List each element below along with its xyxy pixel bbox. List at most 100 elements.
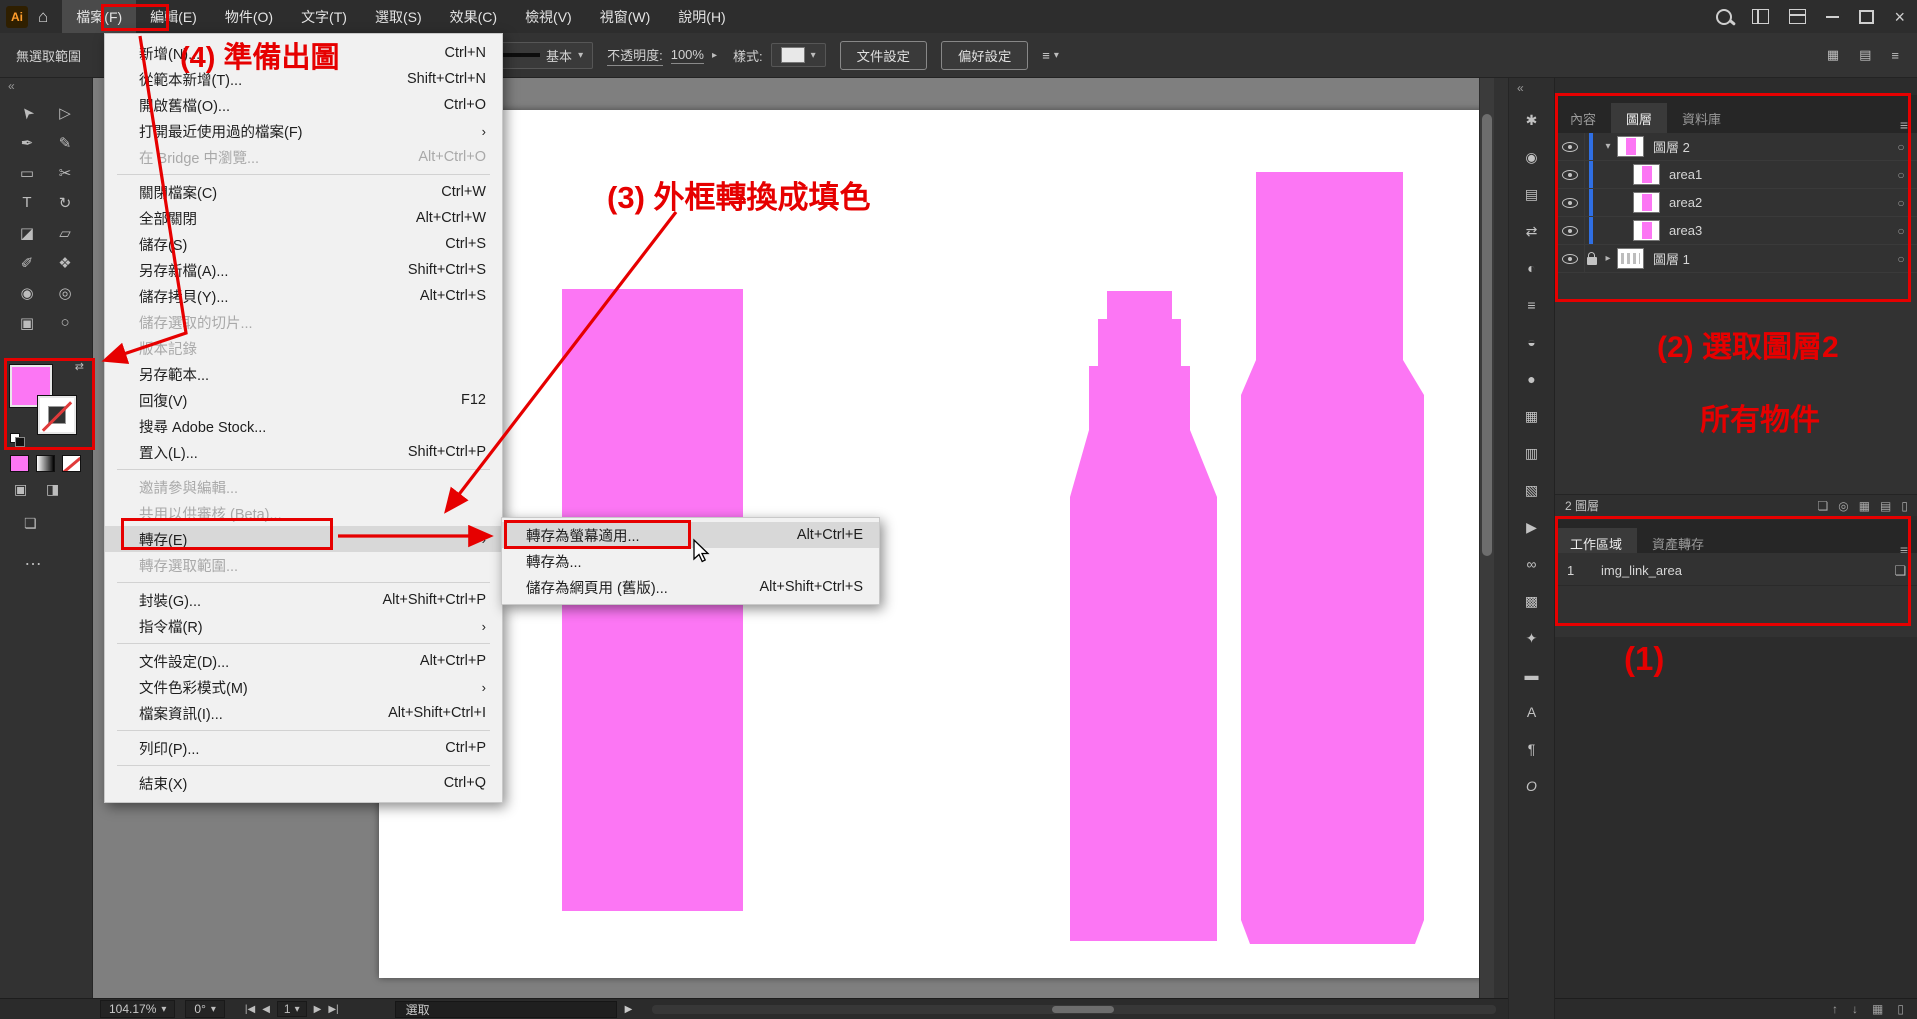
menu-item-new[interactable]: 新增(N)...Ctrl+N — [105, 40, 502, 66]
horizontal-scrollbar-thumb[interactable] — [1052, 1006, 1114, 1013]
gradient-slider-panel-icon[interactable]: ▬ — [1520, 664, 1544, 686]
menu-item-save[interactable]: 儲存(S)Ctrl+S — [105, 231, 502, 257]
links-panel-icon[interactable]: ∞ — [1520, 553, 1544, 575]
first-artboard-button[interactable]: |◀ — [245, 1004, 255, 1015]
menu-item-close-all[interactable]: 全部關閉Alt+Ctrl+W — [105, 205, 502, 231]
object-thumbnail[interactable] — [1633, 192, 1660, 213]
last-artboard-button[interactable]: ▶| — [328, 1004, 338, 1015]
object-name[interactable]: area2 — [1669, 195, 1884, 210]
draw-behind-icon[interactable]: ◨ — [46, 481, 59, 498]
target-icon[interactable]: ○ — [1884, 168, 1917, 182]
delete-layer-icon[interactable]: ▯ — [1901, 499, 1908, 513]
character-panel-icon[interactable]: A — [1520, 701, 1544, 723]
expand-toggle-icon[interactable]: ▸ — [1599, 253, 1617, 264]
menu-item-save-for-web[interactable]: 儲存為網頁用 (舊版)...Alt+Shift+Ctrl+S — [502, 574, 879, 600]
menu-item-open-recent[interactable]: 打開最近使用過的檔案(F)› — [105, 118, 502, 144]
tab-properties[interactable]: 內容 — [1555, 103, 1611, 133]
menu-item-file-info[interactable]: 檔案資訊(I)...Alt+Shift+Ctrl+I — [105, 700, 502, 726]
rotate-tool[interactable]: ↻ — [46, 189, 84, 216]
artboard-tool[interactable]: ▣ — [8, 309, 46, 336]
chevron-down-icon[interactable]: ▾ — [1054, 50, 1059, 61]
next-artboard-button[interactable]: ▶ — [314, 1004, 322, 1015]
layer-thumbnail[interactable] — [1617, 136, 1644, 157]
menu-file[interactable]: 檔案(F) — [62, 0, 136, 33]
color-mode-button[interactable] — [10, 455, 29, 472]
menu-item-document-color-mode[interactable]: 文件色彩模式(M)› — [105, 674, 502, 700]
arrange-rows-icon[interactable]: ▤ — [1859, 47, 1871, 63]
down-arrow-icon[interactable]: ↓ — [1852, 1002, 1858, 1016]
direct-selection-tool[interactable]: ▷ — [46, 99, 84, 126]
color-panel-icon[interactable]: ▥ — [1520, 442, 1544, 464]
visibility-toggle[interactable] — [1555, 217, 1585, 244]
menu-item-search-adobe-stock[interactable]: 搜尋 Adobe Stock... — [105, 413, 502, 439]
up-arrow-icon[interactable]: ↑ — [1832, 1002, 1838, 1016]
lock-icon[interactable] — [1587, 257, 1597, 265]
visibility-toggle[interactable] — [1555, 245, 1585, 272]
menu-item-save-as[interactable]: 另存新檔(A)...Shift+Ctrl+S — [105, 257, 502, 283]
menu-effect[interactable]: 效果(C) — [436, 0, 511, 33]
swap-fill-stroke-icon[interactable]: ⇄ — [75, 360, 84, 373]
none-mode-button[interactable] — [62, 455, 81, 472]
info-panel-icon[interactable]: ◉ — [1520, 146, 1544, 168]
layer-row-area1[interactable]: area1 ○ — [1555, 161, 1917, 189]
curvature-tool[interactable]: ✎ — [46, 129, 84, 156]
target-icon[interactable]: ○ — [1884, 196, 1917, 210]
color-guide-panel-icon[interactable]: ▧ — [1520, 479, 1544, 501]
tab-layers[interactable]: 圖層 — [1611, 103, 1667, 133]
minimize-icon[interactable] — [1826, 16, 1839, 18]
menu-item-export-for-screens[interactable]: 轉存為螢幕適用...Alt+Ctrl+E — [502, 522, 879, 548]
scale-tool[interactable]: ▱ — [46, 219, 84, 246]
paintbrush-tool[interactable]: ✐ — [8, 249, 46, 276]
menu-item-close[interactable]: 關閉檔案(C)Ctrl+W — [105, 179, 502, 205]
transform-panel-icon[interactable]: ⇄ — [1520, 220, 1544, 242]
eraser-tool[interactable]: ◪ — [8, 219, 46, 246]
panel-menu-icon[interactable]: ≡ — [1900, 117, 1917, 133]
trash-icon[interactable]: ▯ — [1897, 1002, 1904, 1016]
magenta-shape-area2[interactable] — [1070, 291, 1217, 941]
rotation-dropdown[interactable]: 0° ▾ — [185, 1000, 225, 1018]
menu-item-export-as[interactable]: 轉存為... — [502, 548, 879, 574]
make-clip-mask-icon[interactable]: ❏ — [1817, 499, 1828, 513]
search-icon[interactable] — [1716, 9, 1732, 25]
target-icon[interactable]: ○ — [1884, 252, 1917, 266]
selection-tool[interactable]: ➤ — [8, 99, 46, 126]
panel-menu-icon[interactable]: ≡ — [1891, 48, 1899, 63]
opentype-panel-icon[interactable]: O — [1520, 775, 1544, 797]
align-dropdown-icon[interactable]: ≡ — [1042, 48, 1050, 63]
artboard-row[interactable]: 1 img_link_area ❏ — [1555, 556, 1917, 586]
swatches-panel-icon[interactable]: ▦ — [1520, 405, 1544, 427]
menu-item-document-setup[interactable]: 文件設定(D)...Alt+Ctrl+P — [105, 648, 502, 674]
draw-normal-icon[interactable]: ▣ — [14, 481, 27, 498]
vertical-scrollbar-thumb[interactable] — [1482, 114, 1492, 556]
menu-help[interactable]: 說明(H) — [664, 0, 739, 33]
object-thumbnail[interactable] — [1633, 164, 1660, 185]
object-thumbnail[interactable] — [1633, 220, 1660, 241]
artboards-panel-icon[interactable]: ▤ — [1520, 183, 1544, 205]
align-panel-icon[interactable]: ≡ — [1520, 294, 1544, 316]
rectangle-tool[interactable]: ▭ — [8, 159, 46, 186]
object-name[interactable]: area3 — [1669, 223, 1884, 238]
preferences-button[interactable]: 偏好設定 — [941, 41, 1028, 70]
magenta-shape-area3[interactable] — [1241, 172, 1424, 944]
menu-item-package[interactable]: 封裝(G)...Alt+Shift+Ctrl+P — [105, 587, 502, 613]
eyedropper-tool[interactable]: ◉ — [8, 279, 46, 306]
visibility-toggle[interactable] — [1555, 133, 1585, 160]
menu-item-print[interactable]: 列印(P)...Ctrl+P — [105, 735, 502, 761]
menu-item-save-a-copy[interactable]: 儲存拷貝(Y)...Alt+Ctrl+S — [105, 283, 502, 309]
appearance-panel-icon[interactable]: ◒ — [1520, 331, 1544, 353]
actions-panel-icon[interactable]: ▶ — [1520, 516, 1544, 538]
properties-panel-icon[interactable]: ✱ — [1520, 109, 1544, 131]
expand-toggle-icon[interactable]: ▾ — [1599, 141, 1617, 152]
layer-name[interactable]: 圖層 2 — [1653, 137, 1884, 156]
pen-tool[interactable]: ✒ — [8, 129, 46, 156]
target-icon[interactable]: ○ — [1884, 140, 1917, 154]
vertical-scrollbar[interactable] — [1479, 77, 1494, 998]
layer-row-layer2[interactable]: ▾ 圖層 2 ○ — [1555, 133, 1917, 161]
new-layer-icon[interactable]: ▤ — [1880, 499, 1891, 513]
arrange-grid-icon[interactable]: ▦ — [1827, 47, 1839, 63]
opacity-value[interactable]: 100% — [671, 47, 704, 64]
menu-item-new-from-template[interactable]: 從範本新增(T)...Shift+Ctrl+N — [105, 66, 502, 92]
menu-item-save-as-template[interactable]: 另存範本... — [105, 361, 502, 387]
restore-icon[interactable] — [1859, 10, 1874, 24]
shape-builder-tool[interactable]: ❖ — [46, 249, 84, 276]
